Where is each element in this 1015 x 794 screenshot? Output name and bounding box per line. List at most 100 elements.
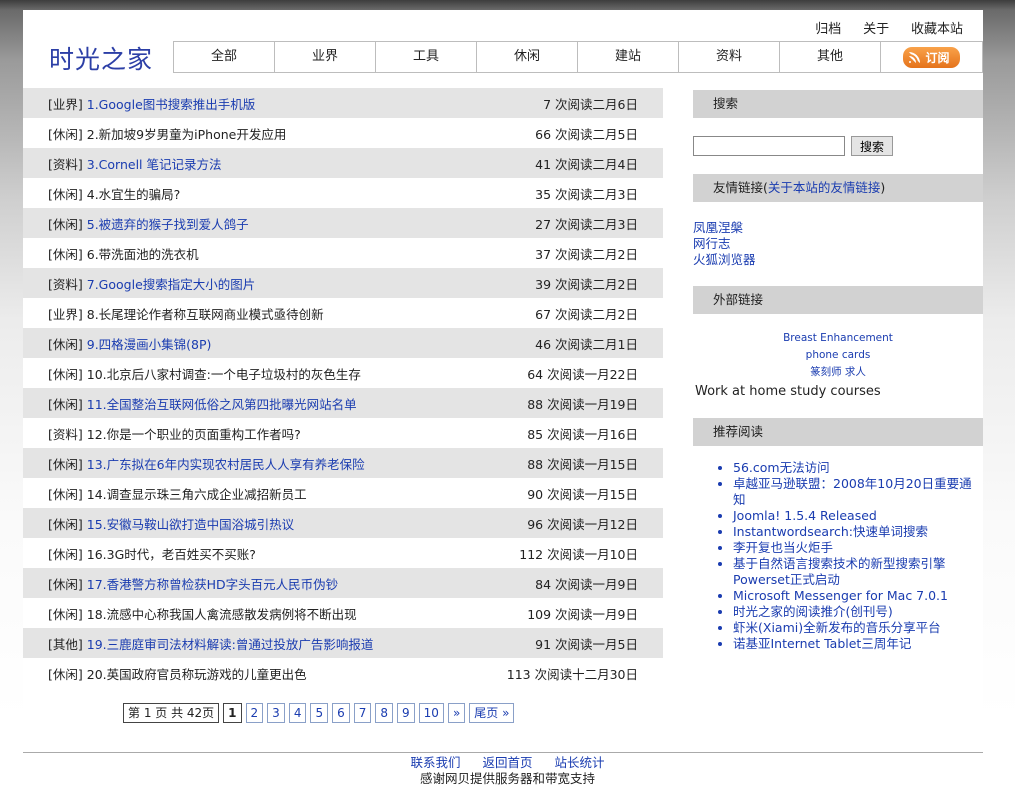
article-category[interactable]: [休闲] — [48, 397, 83, 412]
article-title-link[interactable]: 20.英国政府官员称玩游戏的儿童更出色 — [87, 667, 307, 682]
article-category[interactable]: [资料] — [48, 427, 83, 442]
nav-tab-other[interactable]: 其他 — [780, 42, 881, 72]
article-category[interactable]: [休闲] — [48, 337, 83, 352]
page-link[interactable]: 8 — [375, 703, 394, 723]
article-left: [休闲] 2.新加坡9岁男童为iPhone开发应用 — [48, 124, 286, 143]
recommend-link[interactable]: 卓越亚马逊联盟：2008年10月20日重要通知 — [733, 476, 972, 507]
page-link[interactable]: 6 — [332, 703, 350, 723]
article-title-link[interactable]: 3.Cornell 笔记记录方法 — [87, 157, 222, 172]
article-category[interactable]: [休闲] — [48, 457, 83, 472]
article-category[interactable]: [休闲] — [48, 667, 83, 682]
article-title-link[interactable]: 19.三鹿庭审司法材料解读:曾通过投放广告影响报道 — [87, 637, 374, 652]
article-meta: 85 次阅读一月16日 — [527, 426, 638, 442]
article-meta: 113 次阅读十二月30日 — [506, 666, 638, 682]
article-left: [业界] 8.长尾理论作者称互联网商业模式亟待创新 — [48, 304, 324, 323]
footer-link-home[interactable]: 返回首页 — [482, 755, 532, 770]
article-title-link[interactable]: 7.Google搜索指定大小的图片 — [87, 277, 256, 292]
footer-link-stats[interactable]: 站长统计 — [554, 755, 604, 770]
article-left: [休闲] 20.英国政府官员称玩游戏的儿童更出色 — [48, 664, 307, 683]
article-left: [休闲] 17.香港警方称曾检获HD字头百元人民币伪钞 — [48, 574, 338, 593]
nav-tab-all[interactable]: 全部 — [174, 42, 275, 72]
article-category[interactable]: [休闲] — [48, 487, 83, 502]
article-title-link[interactable]: 5.被遗弃的猴子找到爱人鸽子 — [87, 217, 249, 232]
article-category[interactable]: [休闲] — [48, 547, 83, 562]
article-meta: 27 次阅读二月3日 — [535, 216, 638, 232]
article-title-link[interactable]: 18.流感中心称我国人禽流感散发病例将不断出现 — [87, 607, 357, 622]
nav-tab-tools[interactable]: 工具 — [376, 42, 477, 72]
article-title-link[interactable]: 11.全国整治互联网低俗之风第四批曝光网站名单 — [87, 397, 357, 412]
article-title-link[interactable]: 15.安徽马鞍山欲打造中国浴城引热议 — [87, 517, 294, 532]
nav-tab-webmaster[interactable]: 建站 — [578, 42, 679, 72]
article-category[interactable]: [其他] — [48, 637, 83, 652]
nav-tab-resources[interactable]: 资料 — [679, 42, 780, 72]
article-category[interactable]: [资料] — [48, 277, 83, 292]
article-row: [资料] 3.Cornell 笔记记录方法 41 次阅读二月4日 — [23, 148, 663, 178]
page-link[interactable]: 4 — [288, 703, 307, 723]
article-title-link[interactable]: 4.水宜生的骗局? — [87, 187, 181, 202]
page-link[interactable]: 5 — [310, 703, 329, 723]
page-link[interactable]: 3 — [267, 703, 285, 723]
article-category[interactable]: [业界] — [48, 97, 83, 112]
article-title-link[interactable]: 2.新加坡9岁男童为iPhone开发应用 — [87, 127, 287, 142]
page-link[interactable]: 9 — [397, 703, 415, 723]
article-category[interactable]: [休闲] — [48, 607, 83, 622]
article-title-link[interactable]: 10.北京后八家村调查:一个电子垃圾村的灰色生存 — [87, 367, 361, 382]
page-last-link[interactable]: 尾页 » — [469, 703, 515, 723]
top-link-about[interactable]: 关于 — [863, 22, 889, 37]
article-category[interactable]: [休闲] — [48, 577, 83, 592]
article-title-link[interactable]: 6.带洗面池的洗衣机 — [87, 247, 199, 262]
article-category[interactable]: [业界] — [48, 307, 83, 322]
nav-tab-leisure[interactable]: 休闲 — [477, 42, 578, 72]
article-category[interactable]: [休闲] — [48, 187, 83, 202]
article-meta: 39 次阅读二月2日 — [535, 276, 638, 292]
article-title-link[interactable]: 14.调查显示珠三角六成企业减招新员工 — [87, 487, 307, 502]
article-category[interactable]: [资料] — [48, 157, 83, 172]
article-category[interactable]: [休闲] — [48, 517, 83, 532]
article-title-link[interactable]: 9.四格漫画小集锦(8P) — [87, 337, 212, 352]
recommend-link[interactable]: 诺基亚Internet Tablet三周年记 — [733, 636, 911, 651]
recommend-link[interactable]: 56.com无法访问 — [733, 460, 830, 475]
search-button[interactable]: 搜索 — [851, 136, 894, 156]
nav-tab-industry[interactable]: 业界 — [275, 42, 376, 72]
article-row: [休闲] 9.四格漫画小集锦(8P) 46 次阅读二月1日 — [23, 328, 663, 358]
article-category[interactable]: [休闲] — [48, 127, 83, 142]
external-link[interactable]: 篆刻师 求人 — [810, 366, 866, 378]
top-link-archive[interactable]: 归档 — [815, 22, 841, 37]
recommend-link[interactable]: 虾米(Xiami)全新发布的音乐分享平台 — [733, 620, 941, 635]
recommend-link[interactable]: 时光之家的阅读推介(创刊号) — [733, 604, 893, 619]
page-link[interactable]: 2 — [245, 703, 264, 723]
article-row: [休闲] 5.被遗弃的猴子找到爱人鸽子 27 次阅读二月3日 — [23, 208, 663, 238]
article-title-link[interactable]: 13.广东拟在6年内实现农村居民人人享有养老保险 — [87, 457, 365, 472]
article-row: [业界] 8.长尾理论作者称互联网商业模式亟待创新 67 次阅读二月2日 — [23, 298, 663, 328]
friend-link[interactable]: 网行志 — [693, 236, 731, 251]
article-title-link[interactable]: 8.长尾理论作者称互联网商业模式亟待创新 — [87, 307, 324, 322]
article-left: [休闲] 15.安徽马鞍山欲打造中国浴城引热议 — [48, 514, 294, 533]
friends-about-link[interactable]: 关于本站的友情链接 — [768, 180, 881, 195]
recommend-list: 56.com无法访问卓越亚马逊联盟：2008年10月20日重要通知Joomla!… — [693, 460, 983, 652]
page-next-link[interactable]: » — [447, 703, 466, 723]
article-title-link[interactable]: 1.Google图书搜索推出手机版 — [87, 97, 256, 112]
external-link[interactable]: Breast Enhancement — [783, 332, 893, 344]
page-link[interactable]: 10 — [418, 703, 444, 723]
search-input[interactable] — [693, 136, 845, 156]
recommend-link[interactable]: Joomla! 1.5.4 Released — [733, 508, 877, 523]
rss-subscribe-button[interactable]: 订阅 — [903, 46, 960, 68]
recommend-link[interactable]: Microsoft Messenger for Mac 7.0.1 — [733, 588, 948, 603]
recommend-link[interactable]: 基于自然语言搜索技术的新型搜索引擎Powerset正式启动 — [733, 556, 946, 587]
external-link[interactable]: phone cards — [806, 349, 871, 361]
article-category[interactable]: [休闲] — [48, 217, 83, 232]
article-category[interactable]: [休闲] — [48, 247, 83, 262]
article-meta: 96 次阅读一月12日 — [527, 516, 638, 532]
friend-link[interactable]: 火狐浏览器 — [693, 252, 756, 267]
site-logo[interactable]: 时光之家 — [49, 40, 153, 76]
top-link-bookmark[interactable]: 收藏本站 — [911, 22, 963, 37]
article-title-link[interactable]: 17.香港警方称曾检获HD字头百元人民币伪钞 — [87, 577, 338, 592]
article-title-link[interactable]: 16.3G时代，老百姓买不买账? — [87, 547, 256, 562]
footer-link-contact[interactable]: 联系我们 — [410, 755, 460, 770]
article-title-link[interactable]: 12.你是一个职业的页面重构工作者吗? — [87, 427, 301, 442]
recommend-link[interactable]: Instantwordsearch:快速单词搜索 — [733, 524, 928, 539]
page-link[interactable]: 7 — [353, 703, 372, 723]
friend-link[interactable]: 凤凰涅槃 — [693, 220, 743, 235]
recommend-link[interactable]: 李开复也当火炬手 — [733, 540, 833, 555]
article-category[interactable]: [休闲] — [48, 367, 83, 382]
